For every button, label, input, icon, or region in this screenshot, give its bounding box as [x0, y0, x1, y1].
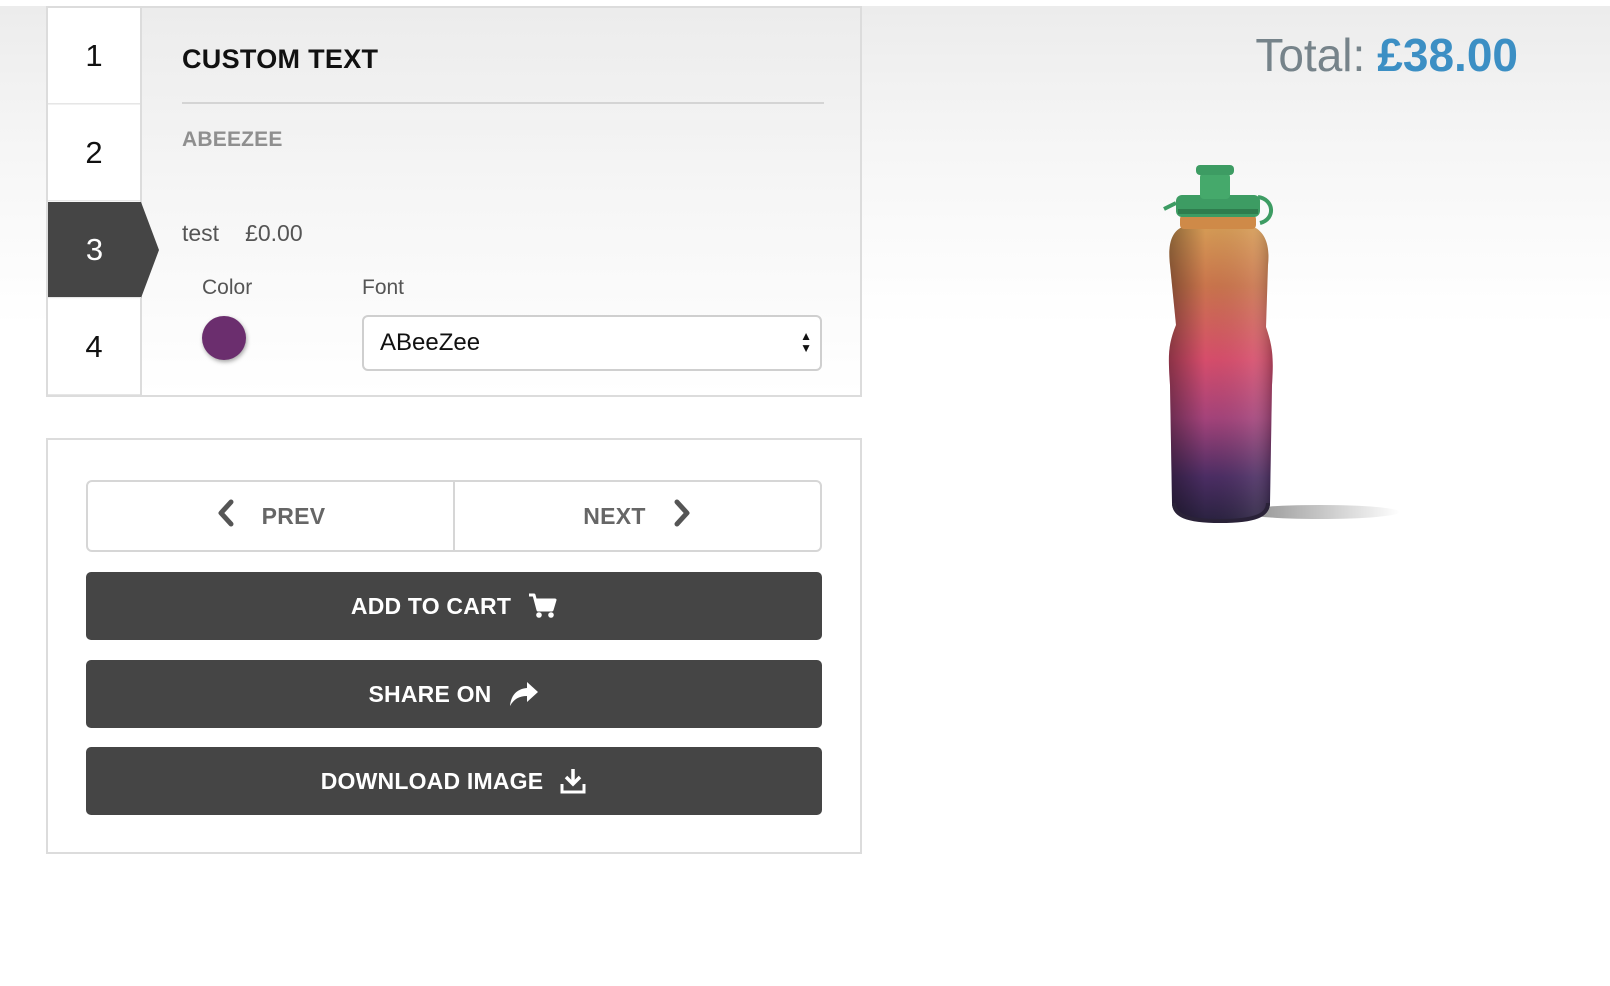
select-updown-icon: ▲ ▼: [800, 329, 812, 355]
total-price: Total: £38.00: [1255, 28, 1518, 82]
step-tab-3-active[interactable]: 3: [48, 202, 159, 298]
download-icon: [559, 767, 587, 795]
prev-label: PREV: [261, 502, 326, 529]
prev-next-group: PREV NEXT: [86, 480, 822, 552]
font-label: Font: [362, 276, 405, 299]
panel-title: CUSTOM TEXT: [182, 44, 379, 74]
title-divider: [182, 102, 824, 104]
add-to-cart-button[interactable]: ADD TO CART: [86, 572, 822, 640]
font-select[interactable]: ABeeZee ▲ ▼: [362, 315, 822, 371]
text-item-price: £0.00: [245, 220, 303, 246]
text-item-name: test: [182, 220, 220, 246]
step-tab-4[interactable]: 4: [48, 299, 140, 395]
water-bottle-image: [1163, 165, 1400, 524]
step-tab-1[interactable]: 1: [48, 8, 140, 104]
font-name-heading: ABEEZEE: [182, 128, 283, 151]
next-button[interactable]: NEXT: [453, 482, 820, 550]
text-item-row: test £0.00: [182, 220, 303, 247]
total-label: Total:: [1255, 29, 1366, 81]
product-preview-image: [1150, 155, 1410, 535]
download-image-label: DOWNLOAD IMAGE: [320, 767, 544, 794]
color-swatch[interactable]: [202, 316, 246, 360]
share-arrow-icon: [508, 680, 540, 708]
step-tab-2[interactable]: 2: [48, 105, 140, 201]
prev-button[interactable]: PREV: [88, 482, 453, 550]
step-tabs: 1 2 3 4: [48, 8, 159, 395]
cart-icon: [527, 592, 557, 620]
font-select-value: ABeeZee: [380, 329, 481, 356]
share-button[interactable]: SHARE ON: [86, 660, 822, 728]
chevron-left-icon: [216, 499, 236, 533]
action-panel: PREV NEXT ADD TO CART SHARE ON DOWNLOAD …: [46, 438, 862, 854]
customization-panel: 1 2 3 4 CUSTOM TEXT ABEEZEE test £0.00 C…: [46, 6, 862, 397]
next-label: NEXT: [583, 502, 646, 529]
share-label: SHARE ON: [368, 680, 492, 707]
chevron-right-icon: [672, 499, 692, 533]
download-image-button[interactable]: DOWNLOAD IMAGE: [86, 747, 822, 815]
add-to-cart-label: ADD TO CART: [350, 592, 512, 619]
total-amount: £38.00: [1377, 29, 1518, 81]
color-label: Color: [202, 276, 253, 299]
